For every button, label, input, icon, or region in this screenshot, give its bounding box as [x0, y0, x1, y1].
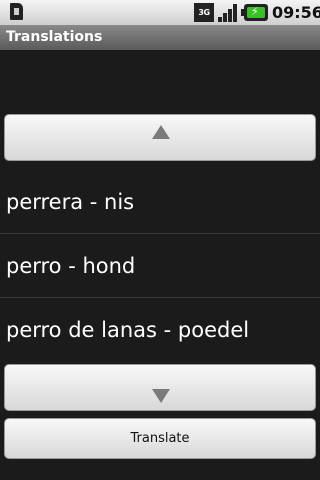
translations-content: perrera - nis perro - hond perro de lana…: [0, 50, 320, 480]
page-title: Translations: [6, 29, 103, 45]
list-item-label: perrera - nis: [6, 190, 135, 214]
clock: 09:56: [272, 3, 320, 22]
translate-button[interactable]: Translate: [4, 418, 316, 459]
list-item[interactable]: perrera - nis: [0, 170, 320, 234]
scroll-down-button[interactable]: [4, 364, 316, 411]
translate-button-label: Translate: [130, 431, 190, 446]
list-item[interactable]: perro de lanas - poedel: [0, 298, 320, 362]
list-item-label: perro - hond: [6, 254, 136, 278]
list-item-label: perro de lanas - poedel: [6, 318, 250, 342]
network-type-icon: 3G: [194, 3, 214, 22]
battery-charging-icon: ⚡: [241, 4, 268, 21]
list-item[interactable]: perro - hond: [0, 234, 320, 298]
scroll-up-button[interactable]: [4, 114, 316, 161]
arrow-down-icon: [152, 389, 170, 403]
sim-card-icon: [7, 3, 27, 22]
title-bar: Translations: [0, 25, 320, 50]
status-bar: 3G ⚡ 09:56: [0, 0, 320, 25]
signal-strength-icon: [218, 3, 240, 22]
arrow-up-icon: [152, 125, 170, 139]
